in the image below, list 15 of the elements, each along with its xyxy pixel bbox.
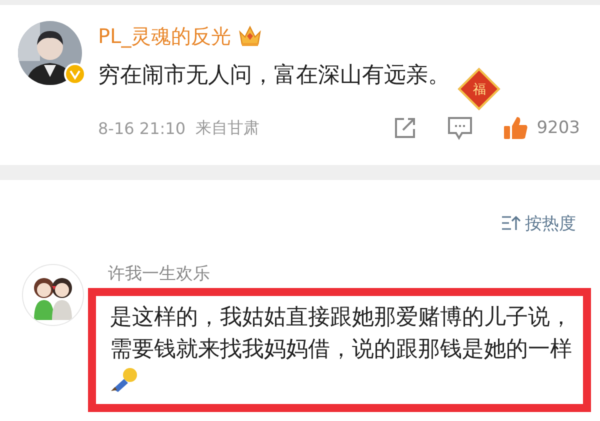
post-location: 来自甘肃 <box>196 118 260 138</box>
thumbs-up-icon[interactable] <box>502 115 529 141</box>
username[interactable]: 许我一生欢乐 <box>88 264 591 286</box>
avatar[interactable] <box>22 264 84 326</box>
sort-button[interactable]: 按热度 <box>501 210 576 236</box>
username[interactable]: PL_灵魂的反光 <box>98 22 232 50</box>
post-text: 穷在闹市无人问，富在深山有远亲。 <box>98 62 450 90</box>
comment-text: 是这样的，我姑姑直接跟她那爱赌博的儿子说，需要钱就来找我妈妈借，说的跟那钱是她的一样 <box>110 305 572 362</box>
comment-icon[interactable] <box>446 116 473 140</box>
lucky-sticker: 福 <box>458 68 500 110</box>
crown-icon <box>237 24 264 48</box>
post-time: 8-16 21:10 <box>98 118 186 138</box>
share-icon[interactable] <box>392 116 417 140</box>
like-count: 9203 <box>536 118 580 138</box>
sort-icon <box>501 215 521 231</box>
